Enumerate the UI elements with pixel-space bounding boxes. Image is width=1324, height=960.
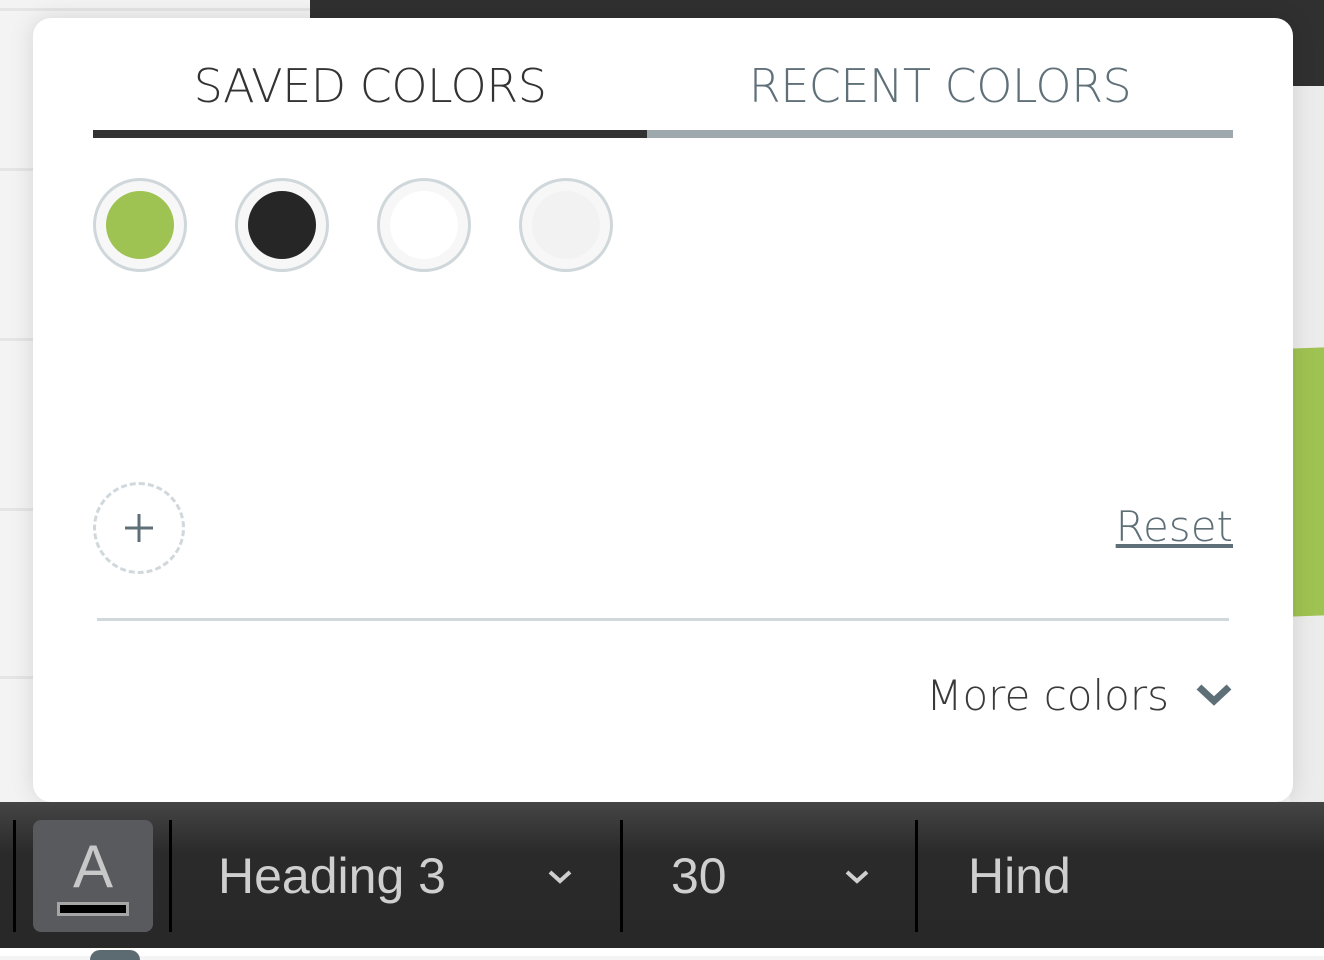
swatch-fill [248, 191, 316, 259]
text-style-dropdown[interactable]: Heading 3 [172, 820, 622, 932]
swatch-fill [106, 191, 174, 259]
chevron-down-icon [1196, 684, 1232, 706]
saved-color-swatches [93, 178, 613, 278]
add-color-button[interactable] [93, 482, 185, 574]
tab-saved-colors[interactable]: SAVED COLORS [93, 58, 647, 138]
text-style-value: Heading 3 [218, 848, 446, 904]
color-swatch-green[interactable] [93, 178, 187, 272]
color-swatch-black[interactable] [235, 178, 329, 272]
swatch-fill [390, 191, 458, 259]
tab-label: RECENT COLORS [748, 59, 1132, 113]
color-tabs: SAVED COLORS RECENT COLORS [93, 58, 1233, 138]
swatch-fill [532, 191, 600, 259]
font-size-dropdown[interactable]: 30 [623, 820, 915, 932]
divider [97, 618, 1229, 621]
tab-label: SAVED COLORS [193, 59, 547, 113]
chevron-down-icon [845, 870, 869, 884]
font-family-dropdown[interactable]: Hind [918, 820, 1324, 932]
text-formatting-toolbar: A Heading 3 30 Hind [0, 802, 1324, 948]
tab-recent-colors[interactable]: RECENT COLORS [647, 58, 1233, 138]
tab-indicator [647, 130, 1233, 138]
color-picker-popover: SAVED COLORS RECENT COLORS Reset More co… [33, 18, 1293, 802]
more-colors-toggle[interactable]: More colors [926, 670, 1233, 720]
font-size-value: 30 [671, 848, 727, 904]
text-color-icon: A [72, 833, 114, 900]
color-swatch-white[interactable] [377, 178, 471, 272]
background-handle [90, 950, 140, 960]
background-green-block [1290, 347, 1324, 617]
current-color-indicator [57, 902, 129, 916]
text-color-button[interactable]: A [33, 820, 153, 932]
more-colors-label: More colors [926, 670, 1169, 720]
tab-active-indicator [93, 130, 647, 138]
font-family-value: Hind [968, 848, 1071, 904]
toolbar-separator [13, 820, 16, 932]
background-footer [0, 948, 1324, 956]
reset-link[interactable]: Reset [1116, 502, 1233, 551]
chevron-down-icon [548, 870, 572, 884]
color-swatch-light-gray[interactable] [519, 178, 613, 272]
divider [0, 8, 310, 11]
plus-icon [125, 514, 153, 542]
